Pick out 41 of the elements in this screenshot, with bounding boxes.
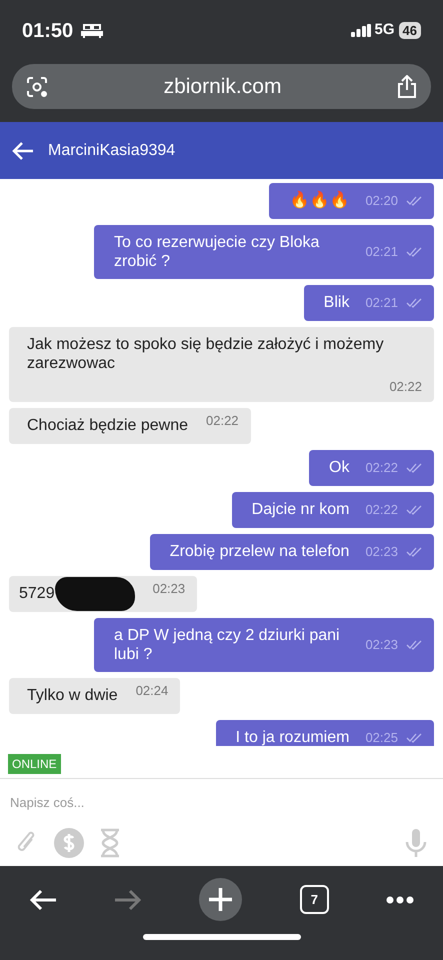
signal-icon	[350, 24, 371, 38]
home-indicator[interactable]	[142, 934, 300, 940]
message-time: 02:21	[365, 294, 398, 312]
message-time: 02:22	[206, 412, 239, 430]
message-time: 02:22	[365, 501, 398, 520]
message-text: Chociaż będzie pewne	[27, 416, 188, 436]
message-text: Blik	[324, 293, 350, 314]
battery-level: 46	[398, 22, 421, 40]
message-time: 02:23	[152, 580, 186, 598]
network-label: 5G	[374, 20, 395, 40]
camera-search-icon[interactable]	[26, 76, 48, 98]
message-time: 02:25	[365, 729, 398, 746]
message-time: 02:24	[136, 682, 168, 700]
tabs-button[interactable]: 7	[300, 885, 329, 914]
forward-arrow-icon[interactable]	[114, 888, 142, 911]
message-text: 🔥🔥🔥	[289, 190, 350, 212]
message-text: Zrobię przelew na telefon	[170, 542, 350, 562]
message-text: To co rezerwujecie czy Bloka zrobić ?	[114, 232, 320, 272]
message-text: a DP W jedną czy 2 dziurki pani lubi ?	[114, 626, 341, 665]
new-tab-icon[interactable]	[199, 878, 242, 922]
message-time: 02:22	[365, 459, 398, 478]
message-time: 02:22	[389, 378, 422, 396]
back-arrow-icon[interactable]	[12, 142, 34, 160]
back-arrow-icon[interactable]	[28, 888, 57, 911]
message-time: 02:21	[365, 243, 398, 262]
bed-icon	[81, 24, 104, 38]
message-text: I to ja rozumiem	[236, 728, 350, 746]
online-status: ONLINE	[8, 754, 61, 774]
share-icon[interactable]	[397, 74, 417, 99]
contact-name: MarciniKasia9394	[48, 140, 176, 161]
status-time: 01:50	[22, 18, 74, 44]
message-text: 5729	[19, 584, 55, 604]
address-bar-url[interactable]: zbiornik.com	[164, 71, 282, 103]
message-text: Tylko w dwie	[27, 686, 118, 706]
message-time: 02:20	[365, 192, 398, 210]
message-text: Ok	[329, 458, 350, 478]
message-text: Dajcie nr kom	[252, 500, 350, 520]
message-time: 02:23	[365, 543, 398, 562]
message-text: Jak możesz to spoko się będzie założyć i możemy zarezwowac	[27, 334, 385, 374]
message-time: 02:23	[365, 636, 398, 654]
more-icon[interactable]	[386, 896, 414, 904]
